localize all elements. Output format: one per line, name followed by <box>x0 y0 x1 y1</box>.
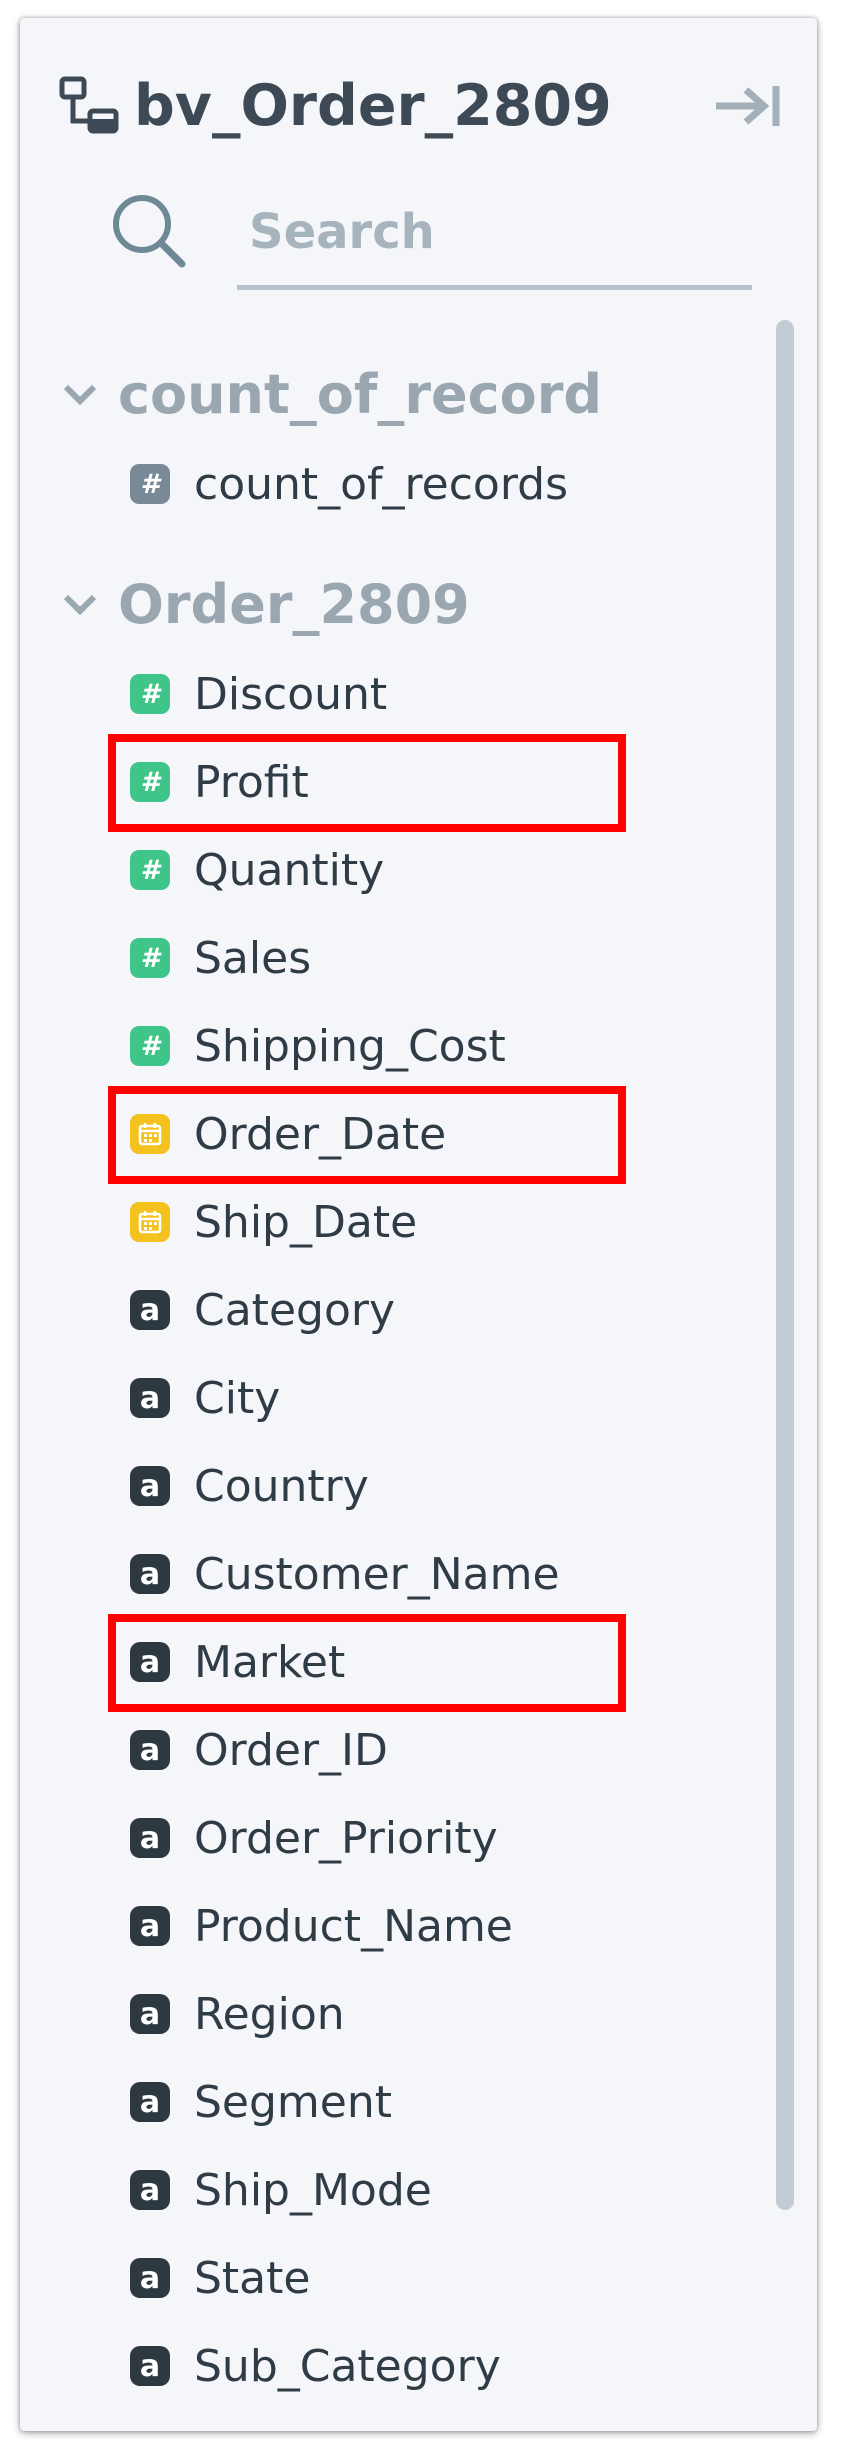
scrollbar[interactable] <box>776 320 794 2431</box>
field-item[interactable]: a State <box>20 2234 760 2322</box>
count-hash-icon: # <box>130 464 170 504</box>
field-item[interactable]: a Product_Name <box>20 1882 760 1970</box>
field-label: Discount <box>194 668 388 720</box>
field-label: Segment <box>194 2076 392 2128</box>
field-item[interactable]: Order_Date <box>20 1090 760 1178</box>
text-dimension-icon: a <box>130 1554 170 1594</box>
text-dimension-icon: a <box>130 2082 170 2122</box>
field-item[interactable]: # Shipping_Cost <box>20 1002 760 1090</box>
field-label: Profit <box>194 756 309 808</box>
field-item[interactable]: a Customer_Name <box>20 1530 760 1618</box>
text-dimension-icon: a <box>130 1642 170 1682</box>
field-item[interactable]: a Sub_Category <box>20 2322 760 2410</box>
group-label: Order_2809 <box>118 572 470 636</box>
chevron-down-icon[interactable] <box>60 374 100 414</box>
chevron-down-icon[interactable] <box>60 584 100 624</box>
field-label: Category <box>194 1284 395 1336</box>
measure-hash-icon: # <box>130 938 170 978</box>
text-dimension-icon: a <box>130 1818 170 1858</box>
model-title: bv_Order_2809 <box>134 73 612 139</box>
field-item[interactable]: a Segment <box>20 2058 760 2146</box>
field-item[interactable]: a Order_ID <box>20 1706 760 1794</box>
measure-hash-icon: # <box>130 674 170 714</box>
calendar-icon <box>130 1114 170 1154</box>
text-dimension-icon: a <box>130 1290 170 1330</box>
field-panel: bv_Order_2809 count_of_record#count_of_r… <box>20 18 817 2431</box>
calendar-icon <box>130 1202 170 1242</box>
field-tree: count_of_record # count_of_records Order_28… <box>20 348 760 2410</box>
field-label: Ship_Date <box>194 1196 418 1248</box>
text-dimension-icon: a <box>130 1906 170 1946</box>
data-model-icon <box>59 76 119 134</box>
scrollbar-thumb[interactable] <box>776 320 794 2210</box>
field-label: Order_Date <box>194 1108 447 1160</box>
search-icon[interactable] <box>108 190 188 270</box>
field-label: Market <box>194 1636 346 1688</box>
field-label: Sales <box>194 932 312 984</box>
field-item[interactable]: a Ship_Mode <box>20 2146 760 2234</box>
field-item[interactable]: a Order_Priority <box>20 1794 760 1882</box>
field-item[interactable]: # Quantity <box>20 826 760 914</box>
text-dimension-icon: a <box>130 1378 170 1418</box>
collapse-panel-icon[interactable] <box>712 82 784 130</box>
field-item[interactable]: Ship_Date <box>20 1178 760 1266</box>
field-item[interactable]: # Sales <box>20 914 760 1002</box>
field-label: Sub_Category <box>194 2340 501 2392</box>
text-dimension-icon: a <box>130 1466 170 1506</box>
field-label: Shipping_Cost <box>194 1020 506 1072</box>
field-item[interactable]: a Country <box>20 1442 760 1530</box>
field-item[interactable]: a Region <box>20 1970 760 2058</box>
field-item[interactable]: a City <box>20 1354 760 1442</box>
search-bar <box>90 178 752 298</box>
text-dimension-icon: a <box>130 1730 170 1770</box>
measure-hash-icon: # <box>130 850 170 890</box>
field-label: Ship_Mode <box>194 2164 432 2216</box>
measure-hash-icon: # <box>130 1026 170 1066</box>
field-label: Product_Name <box>194 1900 513 1952</box>
group-label: count_of_record <box>118 362 603 426</box>
field-item[interactable]: # Discount <box>20 650 760 738</box>
field-item[interactable]: # count_of_records <box>20 440 760 528</box>
search-input[interactable] <box>237 178 752 290</box>
field-label: Order_Priority <box>194 1812 498 1864</box>
field-item[interactable]: a Market <box>20 1618 760 1706</box>
group-header[interactable]: Order_2809 <box>20 558 760 650</box>
field-label: count_of_records <box>194 458 569 510</box>
field-label: Quantity <box>194 844 385 896</box>
text-dimension-icon: a <box>130 2258 170 2298</box>
field-label: City <box>194 1372 281 1424</box>
field-item[interactable]: # Profit <box>20 738 760 826</box>
field-label: State <box>194 2252 311 2304</box>
field-item[interactable]: a Category <box>20 1266 760 1354</box>
field-label: Customer_Name <box>194 1548 560 1600</box>
panel-header: bv_Order_2809 <box>58 56 612 156</box>
text-dimension-icon: a <box>130 2170 170 2210</box>
field-label: Region <box>194 1988 345 2040</box>
field-label: Country <box>194 1460 369 1512</box>
measure-hash-icon: # <box>130 762 170 802</box>
text-dimension-icon: a <box>130 2346 170 2386</box>
text-dimension-icon: a <box>130 1994 170 2034</box>
group-header[interactable]: count_of_record <box>20 348 760 440</box>
field-label: Order_ID <box>194 1724 388 1776</box>
